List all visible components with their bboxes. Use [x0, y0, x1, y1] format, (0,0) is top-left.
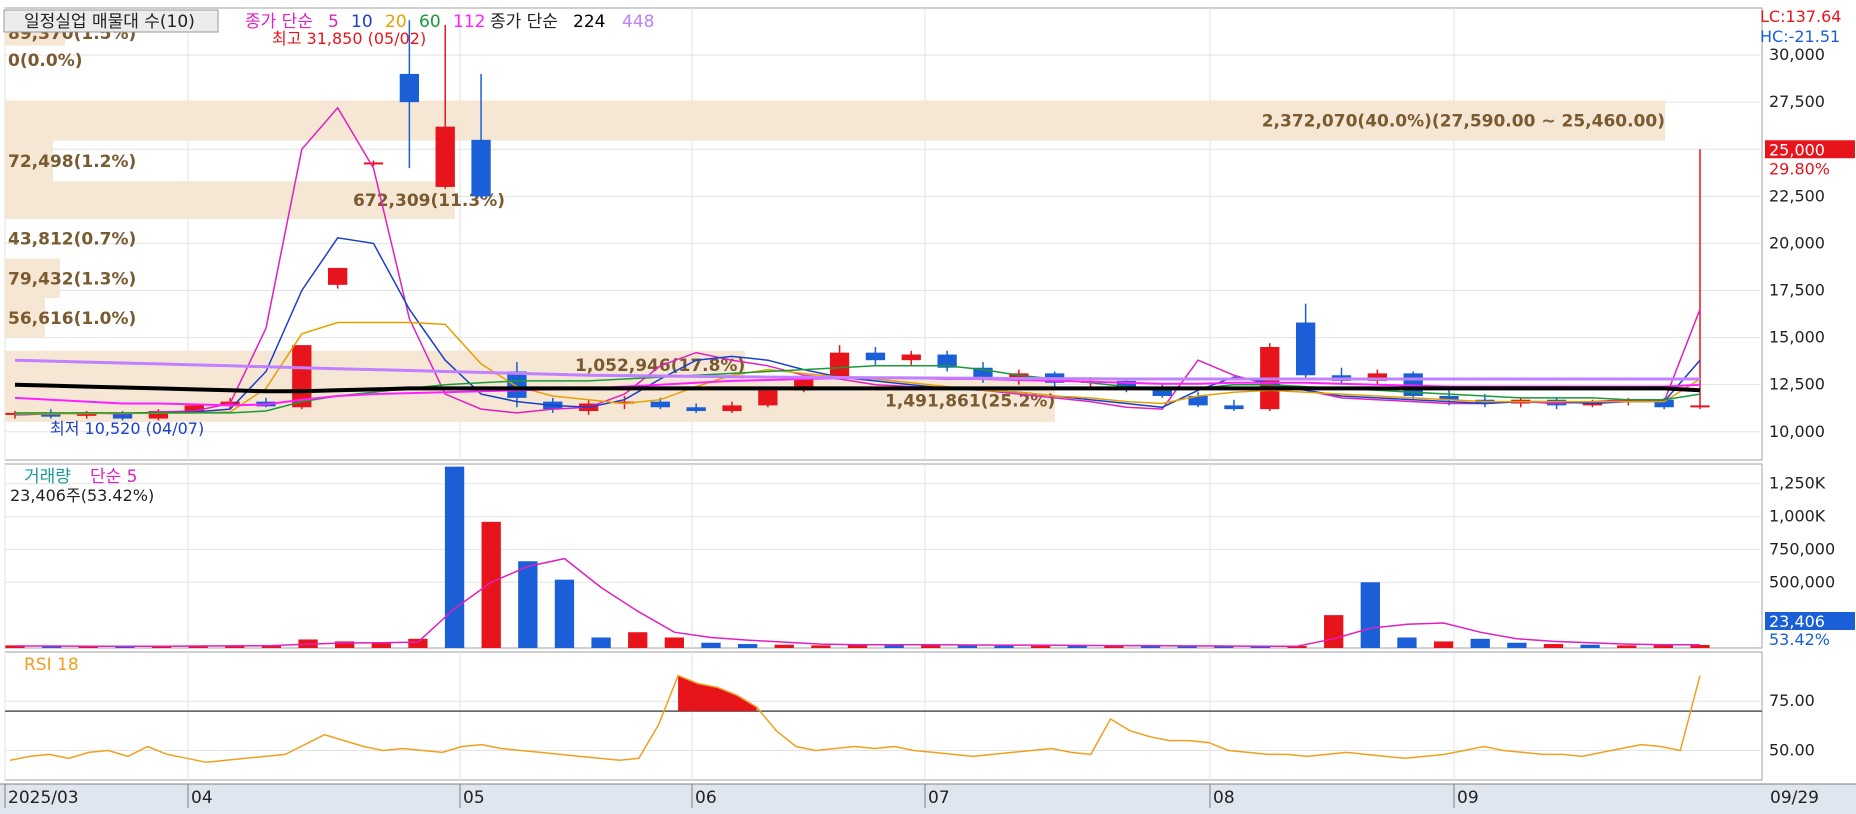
volume-bar — [1507, 642, 1527, 648]
volume-title: 거래량 — [24, 467, 71, 487]
volume-bar — [1470, 638, 1490, 648]
ma2-prefix: 종가 단순 — [490, 12, 558, 32]
volume-bar — [628, 632, 648, 648]
x-tick-label: 07 — [928, 788, 950, 808]
candle-body — [865, 352, 886, 361]
volume-profile-label: 79,432(1.3%) — [8, 269, 136, 289]
panel-frame-3 — [4, 651, 1763, 781]
candle-body — [686, 407, 706, 412]
vol-tick-label: 500,000 — [1769, 572, 1835, 591]
ma-legend-20: 20 — [385, 12, 407, 32]
candle-body — [829, 352, 850, 378]
volume-bar — [518, 561, 538, 648]
volume-profile-label: 72,498(1.2%) — [8, 152, 136, 172]
volume-bar — [1580, 644, 1600, 648]
volume-bar — [371, 642, 391, 648]
stock-chart-window: 2025/03 04 05 06 07 08 09 09/29 10,000 12,500 15,0… — [0, 0, 1856, 814]
candle-body — [292, 345, 312, 408]
candle-body — [435, 126, 455, 187]
y-tick-label: 17,500 — [1769, 281, 1825, 300]
candle-body — [1224, 405, 1244, 410]
candle-body — [471, 139, 491, 197]
volume-bar — [811, 645, 831, 648]
candle-body — [722, 405, 742, 412]
y-tick-label: 27,500 — [1769, 92, 1825, 111]
candle-body — [901, 354, 921, 361]
volume-bar — [1653, 645, 1674, 648]
x-tick-label: 06 — [695, 788, 717, 808]
volume-bar — [1030, 645, 1051, 648]
volume-bar — [1543, 644, 1564, 648]
volume-tag-pct: 53.42% — [1769, 630, 1830, 649]
ma-legend-112: 112 — [453, 12, 485, 32]
volume-bar — [1397, 637, 1417, 648]
volume-bar — [701, 642, 721, 648]
volume-bar — [554, 579, 575, 648]
volume-tag-label: 23,406 — [1769, 612, 1825, 631]
chart-title: 일정실업 매물대 수(10) — [24, 12, 195, 32]
x-tick-label: 04 — [191, 788, 213, 808]
y-tick-label: 10,000 — [1769, 422, 1825, 441]
volume-bar — [591, 637, 611, 648]
vol-tick-label: 1,250K — [1769, 474, 1826, 493]
y-tick-label: 30,000 — [1769, 45, 1825, 64]
vol-tick-label: 1,000K — [1769, 507, 1826, 526]
current-price-pct: 29.80% — [1769, 159, 1830, 178]
chart-canvas[interactable]: 2025/03 04 05 06 07 08 09 09/29 10,000 12,500 15,0… — [0, 0, 1856, 814]
ma-legend-60: 60 — [419, 12, 441, 32]
volume-bar — [1324, 615, 1344, 648]
volume-bar — [481, 521, 501, 648]
panel-frame-2 — [4, 463, 1763, 649]
x-tick-label: 05 — [463, 788, 485, 808]
x-tick-label-last: 09/29 — [1770, 788, 1819, 808]
lc-indicator: LC:137.64 — [1760, 7, 1841, 26]
rsi-tick-label: 75.00 — [1769, 691, 1815, 710]
x-tick-label: 08 — [1213, 788, 1235, 808]
y-tick-label: 20,000 — [1769, 233, 1825, 252]
candle-body — [1295, 322, 1316, 376]
x-tick-label: 09 — [1457, 788, 1479, 808]
volume-bar — [408, 638, 428, 648]
volume-profile-label: 43,812(0.7%) — [8, 230, 136, 250]
candle-body — [507, 371, 527, 398]
hc-indicator: HC:-21.51 — [1760, 27, 1840, 46]
candle-body — [328, 267, 348, 285]
ma-legend-5: 5 — [328, 12, 339, 32]
volume-current: 23,406주(53.42%) — [10, 486, 154, 505]
candle-body — [758, 390, 778, 406]
current-price-label: 25,000 — [1769, 140, 1825, 159]
volume-bar — [774, 644, 794, 648]
ma2-legend-224: 224 — [573, 12, 605, 32]
rsi-tick-label: 50.00 — [1769, 740, 1815, 759]
ma-legend-10: 10 — [351, 12, 373, 32]
rsi-title: RSI 18 — [24, 655, 79, 675]
volume-bar — [737, 644, 758, 648]
volume-bar — [1360, 582, 1380, 648]
candle-body — [650, 401, 670, 408]
volume-profile-label: 1,491,861(25.2%) — [885, 391, 1055, 411]
candle-body — [399, 73, 420, 103]
candle-body — [363, 162, 384, 165]
volume-bar — [444, 466, 465, 648]
low-marker-label: 최저 10,520 (04/07) — [50, 419, 204, 438]
volume-profile-label: 2,372,070(40.0%)(27,590.00 ~ 25,460.00) — [1262, 112, 1665, 132]
volume-bar — [664, 637, 685, 648]
y-tick-label: 15,000 — [1769, 328, 1825, 347]
volume-profile-label: 56,616(1.0%) — [8, 309, 136, 329]
volume-profile-label: 0(0.0%) — [8, 51, 83, 71]
volume-ma-label: 단순 5 — [90, 467, 138, 487]
x-tick-label: 2025/03 — [8, 788, 79, 808]
ma-prefix: 종가 단순 — [245, 12, 313, 32]
y-tick-label: 22,500 — [1769, 186, 1825, 205]
vol-tick-label: 750,000 — [1769, 539, 1835, 558]
volume-bar — [1433, 641, 1454, 648]
volume-bar — [1617, 645, 1637, 648]
ma2-legend-448: 448 — [622, 12, 654, 32]
candle-body — [1690, 405, 1710, 408]
y-tick-label: 12,500 — [1769, 375, 1825, 394]
